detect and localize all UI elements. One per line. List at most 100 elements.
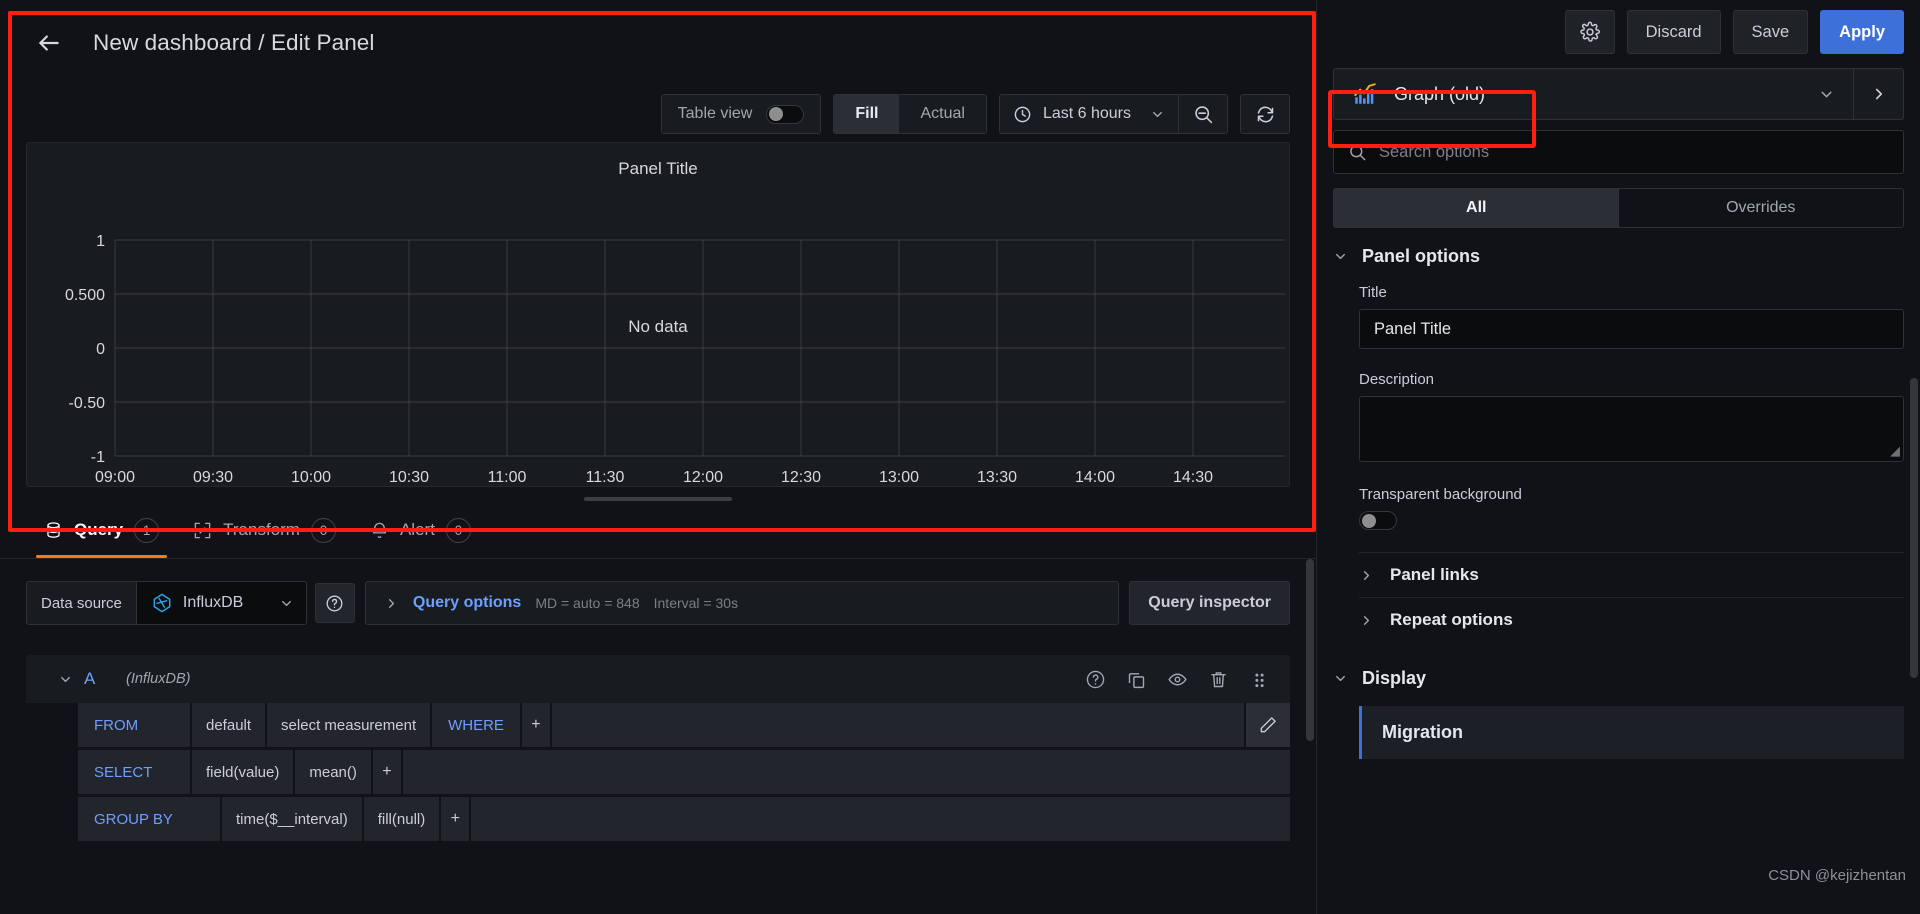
tab-query-count: 1 (134, 517, 160, 543)
query-ref-id[interactable]: A (84, 669, 126, 689)
query-row-select: SELECT field(value) mean() + (26, 750, 1290, 794)
from-keyword[interactable]: FROM (78, 703, 190, 747)
filter-tab-all[interactable]: All (1334, 189, 1619, 227)
save-button[interactable]: Save (1732, 10, 1809, 54)
section-panel-links[interactable]: Panel links (1359, 552, 1904, 597)
query-builder-rows: FROM default select measurement WHERE + … (26, 703, 1290, 841)
select-aggregate[interactable]: mean() (295, 750, 371, 794)
bottom-tabs: Query 1 Transform 0 Alert 0 (0, 501, 1316, 559)
copy-icon[interactable] (1126, 669, 1147, 690)
y-tick-label: 1 (96, 233, 105, 250)
table-view-toggle[interactable]: Table view (660, 94, 822, 134)
options-actions-row: Discard Save Apply (1317, 0, 1920, 64)
options-filter-group: All Overrides (1333, 188, 1904, 228)
graph-icon (1352, 81, 1378, 107)
query-row-actions (1085, 669, 1270, 690)
filter-tab-overrides[interactable]: Overrides (1619, 189, 1904, 227)
question-circle-icon[interactable] (1085, 669, 1106, 690)
chevron-down-icon (1333, 671, 1348, 686)
transparent-background-label: Transparent background (1359, 486, 1522, 503)
title-input[interactable]: Panel Title (1359, 309, 1904, 349)
select-add-button[interactable]: + (372, 750, 401, 794)
chevron-down-icon (279, 596, 294, 611)
repeat-options-label: Repeat options (1390, 610, 1513, 629)
groupby-time[interactable]: time($__interval) (222, 797, 362, 841)
resize-grip-icon[interactable]: ◢ (1890, 443, 1900, 459)
apply-button[interactable]: Apply (1820, 10, 1904, 54)
clock-icon (1013, 105, 1032, 124)
from-measurement[interactable]: select measurement (267, 703, 431, 747)
from-policy[interactable]: default (192, 703, 266, 747)
x-tick-label: 09:30 (193, 469, 233, 485)
chevron-right-icon[interactable] (1854, 68, 1904, 120)
left-scrollbar[interactable] (1306, 559, 1314, 914)
visualization-picker-button[interactable]: Graph (old) (1333, 68, 1854, 120)
tab-transform[interactable]: Transform 0 (193, 502, 336, 558)
section-display[interactable]: Display (1333, 650, 1904, 706)
eye-icon[interactable] (1167, 669, 1188, 690)
trash-icon[interactable] (1208, 669, 1229, 690)
chevron-right-icon[interactable] (384, 596, 399, 611)
groupby-extra-area[interactable] (471, 797, 1290, 841)
pencil-icon[interactable] (1246, 703, 1290, 747)
discard-button[interactable]: Discard (1626, 10, 1721, 54)
panel-toolbar: Table view Fill Actual Last 6 hours (0, 86, 1316, 142)
left-scrollbar-thumb[interactable] (1306, 559, 1314, 741)
table-view-switch[interactable] (766, 104, 805, 124)
where-add-button[interactable]: + (521, 703, 550, 747)
right-scrollbar-thumb[interactable] (1910, 378, 1918, 678)
select-extra-area[interactable] (402, 750, 1290, 794)
search-options-row (1317, 130, 1920, 174)
time-range-picker[interactable]: Last 6 hours (1000, 94, 1178, 134)
groupby-add-button[interactable]: + (441, 797, 470, 841)
watermark: CSDN @kejizhentan (1768, 867, 1906, 884)
x-tick-label: 14:00 (1075, 469, 1115, 485)
groupby-keyword[interactable]: GROUP BY (78, 797, 220, 841)
tab-query[interactable]: Query 1 (35, 502, 168, 558)
right-scrollbar[interactable] (1910, 378, 1918, 914)
datasource-select[interactable]: InfluxDB (136, 581, 307, 625)
visualization-name: Graph (old) (1394, 83, 1486, 104)
graph-svg: 1 0.500 0 -0.50 -1 09:00 09:30 10:00 10:… (65, 233, 1285, 485)
search-options-box[interactable] (1333, 130, 1904, 174)
tab-alert[interactable]: Alert 0 (370, 502, 471, 558)
where-keyword[interactable]: WHERE (432, 703, 520, 747)
query-row-header: A (InfluxDB) (26, 655, 1290, 703)
section-panel-options-title: Panel options (1362, 245, 1481, 266)
options-pane: Discard Save Apply Graph (old) Search op… (1316, 0, 1920, 914)
search-options-input[interactable] (1379, 142, 1889, 162)
chevron-right-icon (1359, 613, 1374, 628)
drag-handle-icon[interactable] (1249, 669, 1270, 690)
x-tick-label: 10:30 (389, 469, 429, 485)
tab-transform-label: Transform (223, 520, 300, 539)
query-inspector-button[interactable]: Query inspector (1129, 581, 1290, 625)
switch-knob (769, 107, 784, 121)
gear-icon[interactable] (1564, 10, 1615, 54)
tab-transform-count: 0 (310, 517, 336, 543)
groupby-fill[interactable]: fill(null) (363, 797, 440, 841)
migration-notice: Migration (1359, 706, 1904, 759)
chevron-down-icon[interactable] (58, 672, 84, 687)
y-tick-label: 0.500 (65, 287, 105, 304)
select-keyword[interactable]: SELECT (78, 750, 190, 794)
fit-option-fill[interactable]: Fill (834, 95, 900, 133)
transparent-background-switch[interactable] (1359, 511, 1397, 530)
chevron-down-icon (1333, 249, 1348, 264)
field-title: Title Panel Title (1359, 284, 1904, 349)
where-conditions-area[interactable] (551, 703, 1244, 747)
query-row-groupby: GROUP BY time($__interval) fill(null) + (26, 797, 1290, 841)
refresh-icon[interactable] (1240, 94, 1290, 134)
arrow-left-icon[interactable] (32, 26, 66, 60)
question-circle-icon[interactable] (314, 583, 355, 623)
section-panel-options[interactable]: Panel options (1333, 228, 1904, 284)
description-textarea[interactable]: ◢ (1359, 396, 1904, 462)
section-repeat-options[interactable]: Repeat options (1359, 597, 1904, 642)
zoom-out-icon[interactable] (1179, 94, 1227, 134)
query-options-label[interactable]: Query options (413, 594, 521, 612)
fit-option-actual[interactable]: Actual (899, 95, 985, 133)
select-field[interactable]: field(value) (192, 750, 294, 794)
time-range-label: Last 6 hours (1042, 105, 1131, 122)
tab-alert-label: Alert (399, 520, 435, 539)
x-tick-label: 13:30 (977, 469, 1017, 485)
query-editor-body: Data source InfluxDB Query options MD = … (0, 559, 1316, 914)
